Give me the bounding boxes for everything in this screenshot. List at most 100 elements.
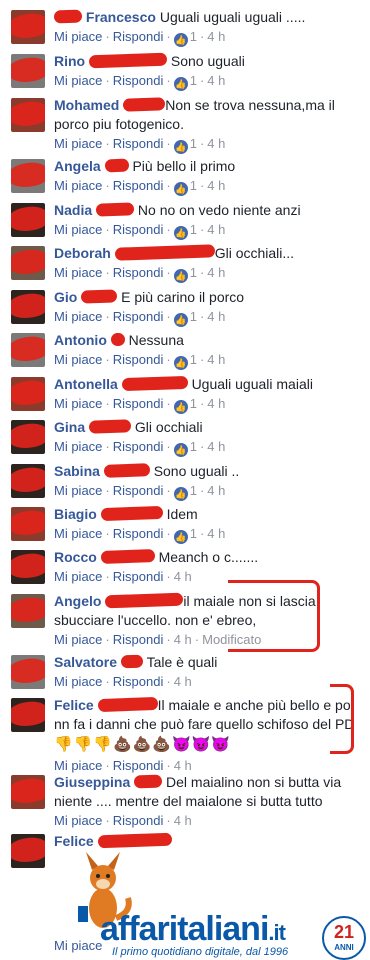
avatar[interactable] <box>11 834 45 868</box>
reply-link[interactable]: Rispondi <box>113 222 164 237</box>
avatar[interactable] <box>11 775 45 809</box>
commenter-name[interactable]: Rino <box>54 53 85 69</box>
reply-link[interactable]: Rispondi <box>113 396 164 411</box>
timestamp[interactable]: 4 h <box>207 526 225 541</box>
avatar[interactable] <box>11 333 45 367</box>
reply-link[interactable]: Rispondi <box>113 526 164 541</box>
avatar[interactable] <box>11 246 45 280</box>
reply-link[interactable]: Rispondi <box>113 136 164 151</box>
like-link[interactable]: Mi piace <box>54 526 102 541</box>
timestamp[interactable]: 4 h <box>207 178 225 193</box>
like-link[interactable]: Mi piace <box>54 569 102 584</box>
commenter-name[interactable]: Angelo <box>54 593 101 609</box>
reply-link[interactable]: Rispondi <box>113 439 164 454</box>
like-link[interactable]: Mi piace <box>54 483 102 498</box>
timestamp[interactable]: 4 h <box>207 309 225 324</box>
reply-link[interactable]: Rispondi <box>113 674 164 689</box>
commenter-name[interactable]: Francesco <box>86 9 156 25</box>
avatar[interactable] <box>11 98 45 132</box>
commenter-name[interactable]: Antonella <box>54 376 118 392</box>
brand-logo: affaritaliani.it <box>100 910 286 948</box>
avatar[interactable] <box>11 54 45 88</box>
avatar[interactable] <box>11 377 45 411</box>
like-link[interactable]: Mi piace <box>54 29 102 44</box>
timestamp[interactable]: 4 h <box>207 222 225 237</box>
like-link[interactable]: Mi piace <box>54 396 102 411</box>
avatar[interactable] <box>11 420 45 454</box>
commenter-name[interactable]: Gio <box>54 289 77 305</box>
like-link[interactable]: Mi piace <box>54 73 102 88</box>
avatar[interactable] <box>11 698 45 732</box>
like-count[interactable]: 1 <box>190 396 197 411</box>
commenter-name[interactable]: Antonio <box>54 332 107 348</box>
commenter-name[interactable]: Mohamed <box>54 97 119 113</box>
timestamp[interactable]: 4 h <box>207 439 225 454</box>
avatar[interactable] <box>11 290 45 324</box>
avatar[interactable] <box>11 159 45 193</box>
reply-link[interactable]: Rispondi <box>113 483 164 498</box>
avatar[interactable] <box>11 655 45 689</box>
avatar[interactable] <box>11 594 45 628</box>
like-count[interactable]: 1 <box>190 526 197 541</box>
reply-link[interactable]: Rispondi <box>113 813 164 828</box>
commenter-name[interactable]: Biagio <box>54 506 97 522</box>
like-count[interactable]: 1 <box>190 222 197 237</box>
like-link[interactable]: Mi piace <box>54 439 102 454</box>
timestamp[interactable]: 4 h <box>174 813 192 828</box>
like-count[interactable]: 1 <box>190 352 197 367</box>
commenter-name[interactable]: Deborah <box>54 245 111 261</box>
like-link[interactable]: Mi piace <box>54 632 102 647</box>
commenter-name[interactable]: Salvatore <box>54 654 117 670</box>
commenter-name[interactable]: Felice <box>54 833 94 849</box>
like-count[interactable]: 1 <box>190 29 197 44</box>
like-count[interactable]: 1 <box>190 136 197 151</box>
avatar[interactable] <box>11 507 45 541</box>
timestamp[interactable]: 4 h <box>207 396 225 411</box>
timestamp[interactable]: 4 h <box>207 136 225 151</box>
timestamp[interactable]: 4 h <box>207 29 225 44</box>
like-link[interactable]: Mi piace <box>54 222 102 237</box>
avatar[interactable] <box>11 10 45 44</box>
reply-link[interactable]: Rispondi <box>113 309 164 324</box>
commenter-name[interactable]: Rocco <box>54 549 97 565</box>
avatar[interactable] <box>11 464 45 498</box>
reply-link[interactable]: Rispondi <box>113 352 164 367</box>
like-count[interactable]: 1 <box>190 178 197 193</box>
like-link[interactable]: Mi piace <box>54 265 102 280</box>
commenter-name[interactable]: Giuseppina <box>54 774 130 790</box>
timestamp[interactable]: 4 h <box>174 632 192 647</box>
avatar[interactable] <box>11 550 45 584</box>
commenter-name[interactable]: Angela <box>54 158 101 174</box>
avatar[interactable] <box>11 203 45 237</box>
like-link[interactable]: Mi piace <box>54 309 102 324</box>
like-count[interactable]: 1 <box>190 265 197 280</box>
timestamp[interactable]: 4 h <box>174 674 192 689</box>
timestamp[interactable]: 4 h <box>207 483 225 498</box>
like-link[interactable]: Mi piace <box>54 813 102 828</box>
like-link[interactable]: Mi piace <box>54 758 102 773</box>
reply-link[interactable]: Rispondi <box>113 178 164 193</box>
reply-link[interactable]: Rispondi <box>113 265 164 280</box>
like-link[interactable]: Mi piace <box>54 178 102 193</box>
reply-link[interactable]: Rispondi <box>113 569 164 584</box>
commenter-name[interactable]: Sabina <box>54 463 100 479</box>
like-count[interactable]: 1 <box>190 309 197 324</box>
timestamp[interactable]: 4 h <box>207 352 225 367</box>
commenter-name[interactable]: Nadia <box>54 202 92 218</box>
reply-link[interactable]: Rispondi <box>113 73 164 88</box>
like-link[interactable]: Mi piace <box>54 352 102 367</box>
like-count[interactable]: 1 <box>190 439 197 454</box>
like-count[interactable]: 1 <box>190 483 197 498</box>
like-link[interactable]: Mi piace <box>54 136 102 151</box>
reply-link[interactable]: Rispondi <box>113 29 164 44</box>
like-count[interactable]: 1 <box>190 73 197 88</box>
commenter-name[interactable]: Gina <box>54 419 85 435</box>
timestamp[interactable]: 4 h <box>207 73 225 88</box>
like-link[interactable]: Mi piace <box>54 674 102 689</box>
reply-link[interactable]: Rispondi <box>113 632 164 647</box>
timestamp[interactable]: 4 h <box>174 758 192 773</box>
commenter-name[interactable]: Felice <box>54 697 94 713</box>
reply-link[interactable]: Rispondi <box>113 758 164 773</box>
timestamp[interactable]: 4 h <box>207 265 225 280</box>
timestamp[interactable]: 4 h <box>174 569 192 584</box>
